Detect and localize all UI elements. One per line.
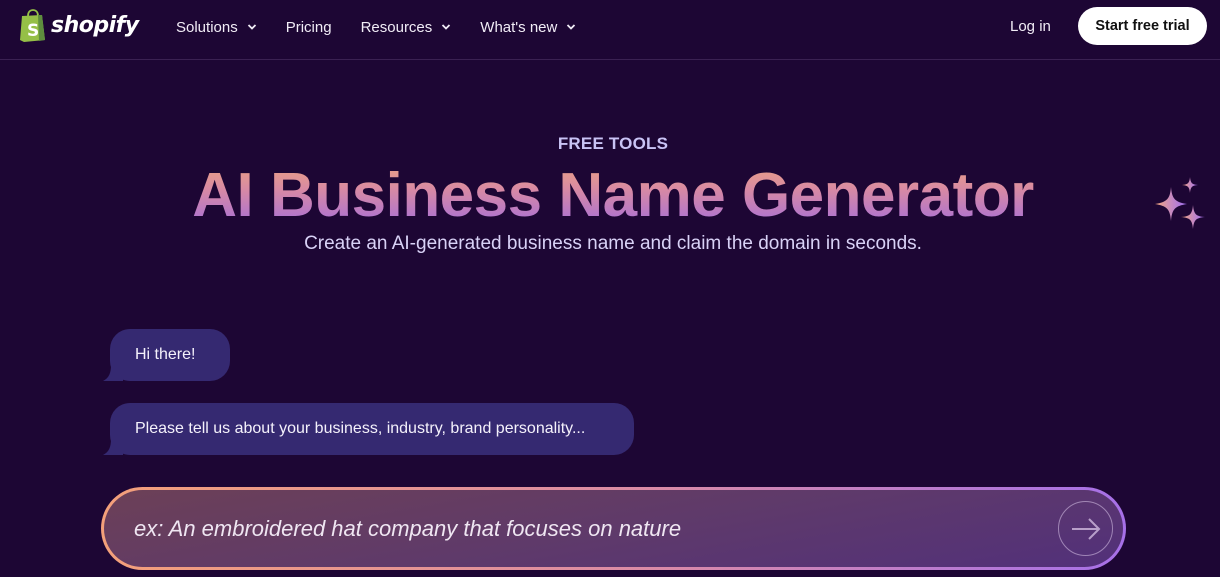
nav-item-label: What's new <box>480 18 558 36</box>
nav-item-whats-new[interactable]: What's new <box>480 17 576 37</box>
bubble-tail <box>103 439 123 455</box>
top-navigation: S shopify Solutions Pricing Resources Wh… <box>0 0 1220 60</box>
submit-button[interactable] <box>1058 501 1113 556</box>
arrow-right-icon <box>1071 517 1100 540</box>
bubble-tail <box>103 365 123 381</box>
shopify-bag-icon: S <box>20 9 45 42</box>
nav-links: Solutions Pricing Resources What's new <box>176 17 605 37</box>
nav-item-solutions[interactable]: Solutions <box>176 17 257 37</box>
chevron-down-icon <box>567 24 576 30</box>
page-title: AI Business Name Generator <box>0 160 1220 232</box>
nav-item-label: Solutions <box>176 18 238 36</box>
eyebrow-label: FREE TOOLS <box>557 134 669 153</box>
svg-text:S: S <box>27 21 39 41</box>
chat-message: Hi there! <box>103 329 230 381</box>
nav-item-label: Pricing <box>285 18 332 36</box>
chat-message-text: Please tell us about your business, indu… <box>135 420 586 437</box>
chevron-down-icon <box>247 24 256 30</box>
login-link[interactable]: Log in <box>1010 18 1051 35</box>
start-free-trial-button[interactable]: Start free trial <box>1078 7 1207 45</box>
chat-message: Please tell us about your business, indu… <box>103 403 634 455</box>
business-description-field <box>101 487 1126 570</box>
nav-item-resources[interactable]: Resources <box>361 17 452 37</box>
chevron-down-icon <box>442 24 451 30</box>
logo-text: shopify <box>51 13 139 38</box>
input-container <box>104 490 1123 567</box>
nav-item-pricing[interactable]: Pricing <box>286 17 332 37</box>
page-subtitle: Create an AI-generated business name and… <box>304 233 922 254</box>
shopify-logo[interactable]: S shopify <box>19 9 139 42</box>
sparkles-icon <box>1155 177 1205 229</box>
business-description-input[interactable] <box>134 490 1034 567</box>
nav-item-label: Resources <box>360 18 433 36</box>
chat-message-text: Hi there! <box>135 346 196 363</box>
